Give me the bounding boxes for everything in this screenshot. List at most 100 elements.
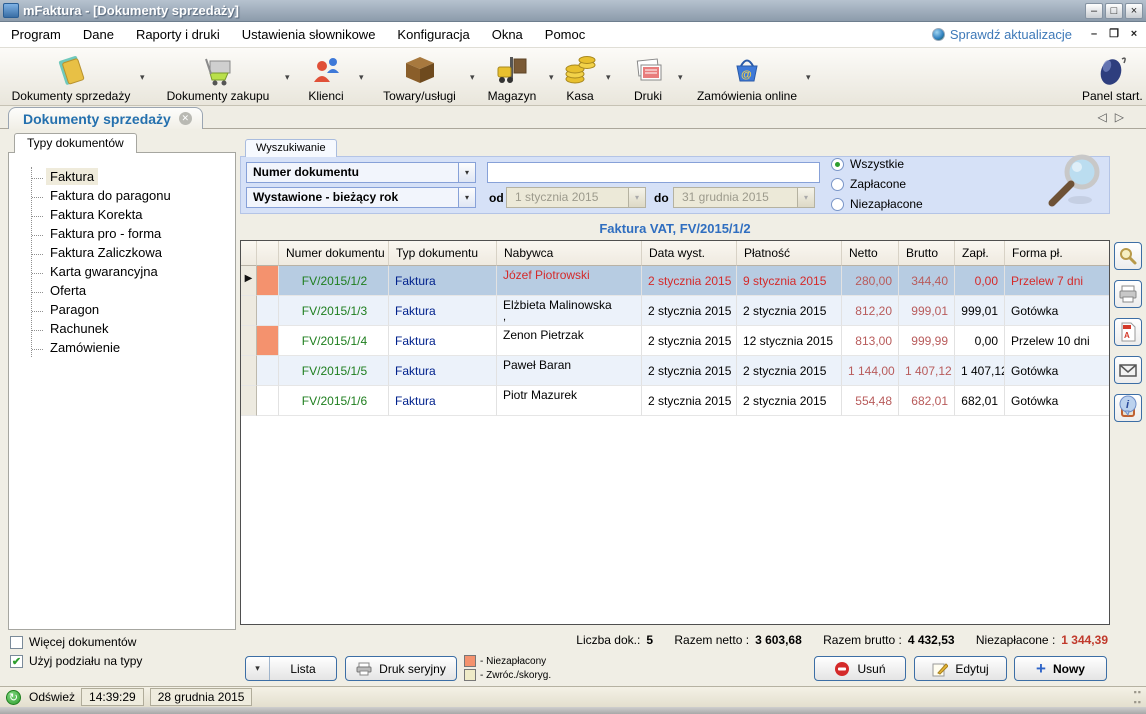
col-nabywca[interactable]: Nabywca	[497, 241, 642, 266]
col-zapl[interactable]: Zapł.	[955, 241, 1005, 266]
mdi-restore-button[interactable]: ❐	[1106, 27, 1122, 42]
search-input[interactable]	[487, 162, 820, 183]
toolbar-towary-uslugi[interactable]: Towary/usługi	[372, 52, 467, 103]
chevron-down-icon[interactable]: ▾	[806, 72, 811, 83]
tree-item-paragon[interactable]: Paragon	[32, 300, 235, 319]
chevron-down-icon[interactable]: ▾	[606, 72, 611, 83]
checkbox-wiecej-dokumentow[interactable]: Więcej dokumentów	[10, 635, 136, 649]
date-to-combo: 31 grudnia 2015 ▾	[673, 187, 815, 208]
status-indicator	[257, 356, 279, 386]
razem-brutto-label: Razem brutto :	[823, 633, 902, 647]
col-typ-dokumentu[interactable]: Typ dokumentu	[389, 241, 497, 266]
tab-close-icon[interactable]: ✕	[179, 112, 192, 125]
lista-button[interactable]: ▾ Lista	[245, 656, 337, 681]
tree-item-faktura-korekta[interactable]: Faktura Korekta	[32, 205, 235, 224]
warehouse-icon	[478, 52, 546, 88]
toolbar-kasa[interactable]: Kasa	[556, 52, 604, 103]
radio-niezaplacone[interactable]: Niezapłacone	[831, 197, 923, 211]
chevron-down-icon[interactable]: ▾	[678, 72, 683, 83]
menu-ustawienia[interactable]: Ustawienia słownikowe	[231, 27, 387, 42]
chevron-down-icon[interactable]: ▾	[246, 657, 270, 680]
status-date: 28 grudnia 2015	[150, 688, 253, 706]
toolbar-druki[interactable]: Druki	[622, 52, 674, 103]
email-button[interactable]	[1114, 356, 1142, 384]
menu-program[interactable]: Program	[0, 27, 72, 42]
col-forma-pl[interactable]: Forma pł.	[1005, 241, 1109, 266]
toolbar-zamowienia-online[interactable]: @ Zamówienia online	[692, 52, 802, 103]
tree-item-karta-gwarancyjna[interactable]: Karta gwarancyjna	[32, 262, 235, 281]
table-row[interactable]: FV/2015/1/5 Faktura Paweł Baran 2 styczn…	[241, 356, 1109, 386]
tab-dokumenty-sprzedazy[interactable]: Dokumenty sprzedaży ✕	[8, 107, 203, 129]
tree-item-oferta[interactable]: Oferta	[32, 281, 235, 300]
radio-icon	[831, 198, 844, 211]
toolbar-klienci[interactable]: Klienci	[296, 52, 356, 103]
goods-services-icon	[372, 52, 467, 88]
search-field-dropdown[interactable]: Numer dokumentu ▾	[246, 162, 476, 183]
chevron-down-icon[interactable]: ▾	[140, 72, 145, 83]
col-platnosc[interactable]: Płatność	[737, 241, 842, 266]
table-row[interactable]: ▶ FV/2015/1/2 Faktura Józef Piotrowski 2…	[241, 266, 1109, 296]
summary-bar: Liczba dok.:5 Razem netto :3 603,68 Raze…	[240, 633, 1108, 647]
checkbox-uzyj-podzialu[interactable]: ✔ Użyj podziału na typy	[10, 654, 142, 668]
clients-icon	[296, 52, 356, 88]
find-icon	[1118, 246, 1138, 266]
menu-pomoc[interactable]: Pomoc	[534, 27, 596, 42]
window-minimize-button[interactable]: –	[1085, 3, 1103, 19]
pdf-button[interactable]: A	[1114, 318, 1142, 346]
tree-item-zamowienie[interactable]: Zamówienie	[32, 338, 235, 357]
tab-wyszukiwanie[interactable]: Wyszukiwanie	[245, 139, 337, 157]
tab-nav-arrows[interactable]: ◁▷	[1098, 110, 1132, 124]
menu-konfiguracja[interactable]: Konfiguracja	[386, 27, 480, 42]
col-data-wyst[interactable]: Data wyst.	[642, 241, 737, 266]
usun-button[interactable]: Usuń	[814, 656, 906, 681]
toolbar-magazyn[interactable]: Magazyn	[478, 52, 546, 103]
table-row[interactable]: FV/2015/1/6 Faktura Piotr Mazurek 2 styc…	[241, 386, 1109, 416]
col-numer-dokumentu[interactable]: Numer dokumentu	[279, 241, 389, 266]
window-close-button[interactable]: ×	[1125, 3, 1143, 19]
toolbar-panel-start[interactable]: Panel start.	[1082, 52, 1142, 103]
table-row[interactable]: FV/2015/1/3 Faktura Elżbieta Malinowska,…	[241, 296, 1109, 326]
menu-dane[interactable]: Dane	[72, 27, 125, 42]
legend-niezaplacony: - Niezapłacony	[464, 655, 546, 667]
nowy-button[interactable]: + Nowy	[1014, 656, 1107, 681]
col-netto[interactable]: Netto	[842, 241, 899, 266]
mdi-minimize-button[interactable]: –	[1086, 27, 1102, 42]
toolbar-dokumenty-zakupu[interactable]: Dokumenty zakupu	[158, 52, 278, 103]
chevron-down-icon[interactable]: ▾	[285, 72, 290, 83]
print-button[interactable]	[1114, 280, 1142, 308]
niezaplacone-value: 1 344,39	[1061, 633, 1108, 647]
search-magnifier-icon[interactable]	[1040, 150, 1106, 215]
chevron-down-icon[interactable]: ▾	[359, 72, 364, 83]
date-range-dropdown[interactable]: Wystawione - bieżący rok ▾	[246, 187, 476, 208]
menu-okna[interactable]: Okna	[481, 27, 534, 42]
document-types-tree: Faktura Faktura do paragonu Faktura Kore…	[31, 167, 235, 357]
online-orders-icon: @	[692, 52, 802, 88]
tree-item-faktura-zaliczkowa[interactable]: Faktura Zaliczkowa	[32, 243, 235, 262]
chevron-down-icon[interactable]: ▾	[470, 72, 475, 83]
radio-zaplacone[interactable]: Zapłacone	[831, 177, 906, 191]
app-icon	[3, 3, 19, 18]
tree-item-rachunek[interactable]: Rachunek	[32, 319, 235, 338]
info-icon[interactable]: i	[1117, 394, 1139, 416]
refresh-label[interactable]: Odśwież	[29, 690, 75, 704]
toolbar-dokumenty-sprzedazy[interactable]: Dokumenty sprzedaży	[6, 52, 136, 103]
grid-title: Faktura VAT, FV/2015/1/2	[240, 221, 1110, 236]
window-maximize-button[interactable]: □	[1105, 3, 1123, 19]
check-updates-link[interactable]: Sprawdź aktualizacje	[932, 27, 1072, 42]
chevron-down-icon: ▾	[458, 188, 475, 207]
status-indicator	[257, 296, 279, 326]
radio-wszystkie[interactable]: Wszystkie	[831, 157, 904, 171]
tree-item-faktura-do-paragonu[interactable]: Faktura do paragonu	[32, 186, 235, 205]
chevron-down-icon[interactable]: ▾	[549, 72, 554, 83]
menu-raporty[interactable]: Raporty i druki	[125, 27, 231, 42]
druk-seryjny-button[interactable]: Druk seryjny	[345, 656, 457, 681]
tab-typy-dokumentow[interactable]: Typy dokumentów	[14, 133, 137, 153]
find-button[interactable]	[1114, 242, 1142, 270]
tree-item-faktura-pro-forma[interactable]: Faktura pro - forma	[32, 224, 235, 243]
refresh-icon[interactable]: ↻	[6, 690, 21, 705]
table-row[interactable]: FV/2015/1/4 Faktura Zenon Pietrzak 2 sty…	[241, 326, 1109, 356]
edytuj-button[interactable]: Edytuj	[914, 656, 1007, 681]
tree-item-faktura[interactable]: Faktura	[32, 167, 235, 186]
col-brutto[interactable]: Brutto	[899, 241, 955, 266]
mdi-close-button[interactable]: ×	[1126, 27, 1142, 42]
